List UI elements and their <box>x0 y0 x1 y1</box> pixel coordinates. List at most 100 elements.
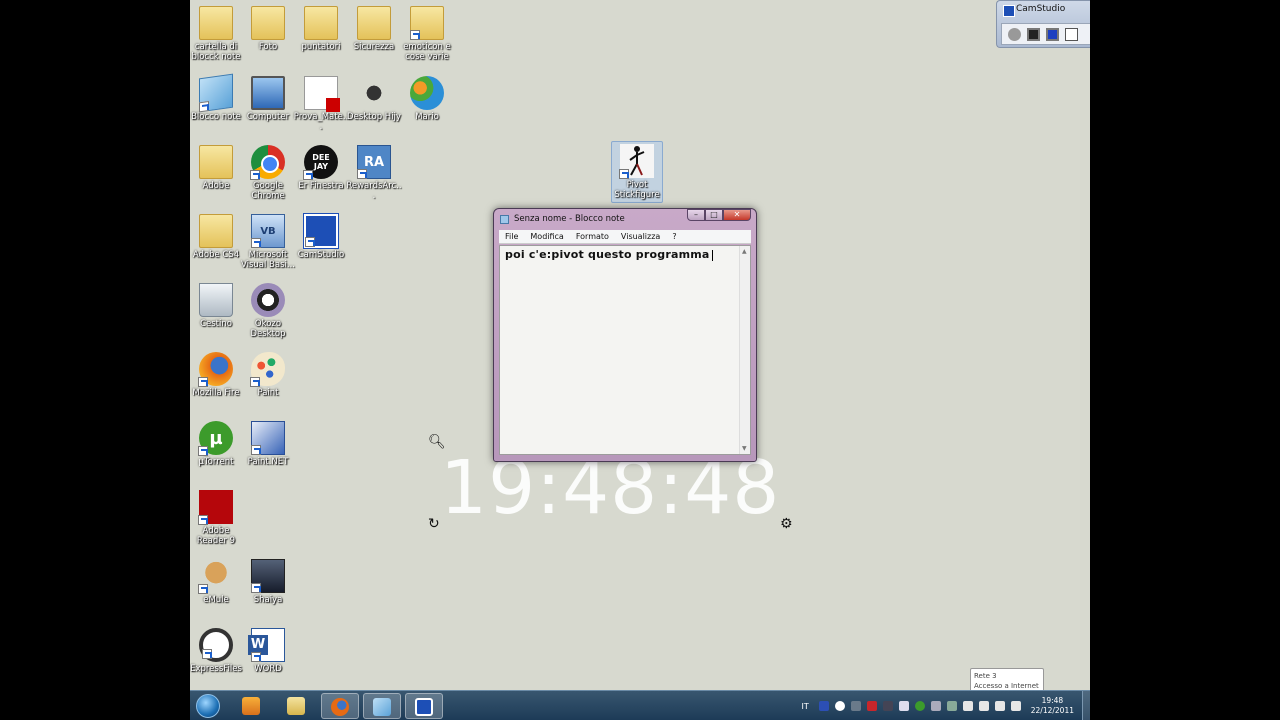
desktop-icon-expressfiles[interactable]: ExpressFiles <box>190 626 244 674</box>
folder-icon <box>304 6 338 40</box>
notepad-icon <box>500 215 509 224</box>
taskbar-media-player[interactable] <box>232 693 270 719</box>
desktop-icon-sicurezza[interactable]: Sicurezza <box>346 4 402 52</box>
notepad-titlebar[interactable]: Senza nome - Blocco note – □ ✕ <box>494 209 756 229</box>
desktop-icon-computer[interactable]: Computer <box>240 74 296 122</box>
menu-file[interactable]: File <box>499 232 524 241</box>
desktop-icon-google-chrome[interactable]: Google Chrome <box>240 143 296 201</box>
icon-label: Er Finestra <box>298 181 344 191</box>
vertical-scrollbar[interactable]: ▲ ▼ <box>739 246 750 454</box>
icon-label: Mozilla Fire <box>192 388 240 398</box>
menu-formato[interactable]: Formato <box>570 232 615 241</box>
options-icon[interactable] <box>1065 27 1078 41</box>
tray-device-icon[interactable] <box>850 701 861 711</box>
icon-label: Cestino <box>200 319 232 329</box>
desktop-icon-er-finestra[interactable]: DEE JAY Er Finestra <box>293 143 349 191</box>
tray-volume-icon[interactable] <box>1010 701 1021 711</box>
desktop-icon-paint[interactable]: Paint <box>240 350 296 398</box>
desktop-icon-word[interactable]: WORD <box>240 626 296 674</box>
desktop-icon-blocco-note[interactable]: Blocco note <box>190 73 244 122</box>
scroll-down-icon[interactable]: ▼ <box>742 445 747 452</box>
desktop-icon-rewardsarc[interactable]: RA RewardsArc... <box>346 143 402 201</box>
clock-refresh-icon[interactable]: ↻ <box>428 516 440 532</box>
desktop-icon-shaiya[interactable]: Shaiya <box>240 557 296 605</box>
desktop-icon-emule[interactable]: eMule <box>190 557 244 605</box>
stop-icon[interactable] <box>1027 27 1040 41</box>
camstudio-toolbar[interactable]: CamStudio <box>996 0 1090 48</box>
icon-label: Prova_Mate... <box>293 112 349 132</box>
camera-icon <box>357 76 391 110</box>
record-icon[interactable] <box>1008 27 1021 41</box>
desktop-icon-emoticon[interactable]: emoticon e cose varie <box>399 4 455 62</box>
desktop-icon-puntatori[interactable]: puntatori <box>293 4 349 52</box>
desktop-icon-adobe[interactable]: Adobe <box>190 143 244 191</box>
taskbar-notepad[interactable] <box>363 693 401 719</box>
desktop-icon-okozo[interactable]: Okozo Desktop <box>240 281 296 339</box>
desktop-icon-camstudio[interactable]: CamStudio <box>293 212 349 260</box>
paint-palette-icon <box>250 352 285 387</box>
computer-icon <box>251 76 285 110</box>
folder-icon <box>251 6 285 40</box>
desktop-icon-mozilla-firefox[interactable]: Mozilla Fire <box>190 350 244 398</box>
maximize-button[interactable]: □ <box>705 209 723 221</box>
icon-label: µTorrent <box>198 457 234 467</box>
tray-network-icon[interactable] <box>994 701 1005 711</box>
icon-label: emoticon e cose varie <box>403 42 451 62</box>
word-icon <box>248 628 285 662</box>
desktop-icon-adobe-reader[interactable]: Adobe Reader 9 <box>190 488 244 546</box>
taskbar-explorer[interactable] <box>277 693 315 719</box>
tray-camstudio-icon[interactable] <box>818 701 829 711</box>
icon-label: ExpressFiles <box>190 664 242 674</box>
desktop-icon-foto[interactable]: Foto <box>240 4 296 52</box>
pause-icon[interactable] <box>1046 27 1059 41</box>
desktop: cartella di blocck note Foto puntatori S… <box>190 0 1090 720</box>
notepad-title: Senza nome - Blocco note <box>514 214 625 224</box>
tray-shield-icon[interactable] <box>866 701 877 711</box>
chrome-icon <box>250 145 285 180</box>
desktop-icon-cestino[interactable]: Cestino <box>190 281 244 329</box>
scroll-up-icon[interactable]: ▲ <box>742 248 747 255</box>
menu-visualizza[interactable]: Visualizza <box>615 232 666 241</box>
tray-app3-icon[interactable] <box>930 701 941 711</box>
shaiya-icon <box>251 559 285 593</box>
desktop-icon-cartella[interactable]: cartella di blocck note <box>190 4 244 62</box>
language-indicator[interactable]: IT <box>802 702 809 711</box>
icon-label: Desktop Hijy <box>347 112 401 122</box>
stickfigure-icon <box>619 144 654 179</box>
firefox-icon <box>331 698 349 716</box>
desktop-icon-visual-basic[interactable]: VB Microsoft Visual Basi... <box>240 212 296 270</box>
network-tooltip: Rete 3 Accesso a Internet <box>970 668 1044 692</box>
desktop-icon-pivot-stickfigure[interactable]: Pivot Stickfigure <box>611 141 663 203</box>
tray-utorrent-icon[interactable] <box>914 701 925 711</box>
icon-label: Computer <box>246 112 290 122</box>
notepad-text-area[interactable]: poi c'e:pivot questo programma ▲ ▼ <box>499 245 751 455</box>
desktop-icon-desktop-hijy[interactable]: Desktop Hijy <box>346 74 402 122</box>
desktop-icon-adobe-cs4[interactable]: Adobe CS4 <box>190 212 244 260</box>
clock-settings-icon[interactable]: ⚙ <box>780 516 793 532</box>
tray-monitor-icon[interactable] <box>962 701 973 711</box>
tray-app2-icon[interactable] <box>898 701 909 711</box>
show-desktop-button[interactable] <box>1082 691 1090 720</box>
desktop-icon-mario[interactable]: Mario <box>399 74 455 122</box>
menu-modifica[interactable]: Modifica <box>524 232 569 241</box>
icon-label: WORD <box>254 664 282 674</box>
notepad-window: Senza nome - Blocco note – □ ✕ File Modi… <box>493 208 757 462</box>
taskbar: IT 19:48 22/12/2011 <box>190 690 1090 720</box>
menu-help[interactable]: ? <box>666 232 682 241</box>
taskbar-clock[interactable]: 19:48 22/12/2011 <box>1031 696 1074 716</box>
tray-search-icon[interactable] <box>834 701 845 711</box>
taskbar-camstudio[interactable] <box>405 693 443 719</box>
tray-flag-icon[interactable] <box>978 701 989 711</box>
start-button[interactable] <box>196 694 220 718</box>
minimize-button[interactable]: – <box>687 209 705 221</box>
clock-zoom-icon[interactable]: 🔍︎ <box>428 434 446 450</box>
desktop-icon-utorrent[interactable]: µ µTorrent <box>190 419 244 467</box>
taskbar-firefox[interactable] <box>321 693 359 719</box>
desktop-icon-paint-net[interactable]: Paint.NET <box>240 419 296 467</box>
icon-label: Paint <box>257 388 279 398</box>
emule-icon <box>198 559 233 594</box>
desktop-icon-prova-mate[interactable]: Prova_Mate... <box>293 74 349 132</box>
tray-app4-icon[interactable] <box>946 701 957 711</box>
close-button[interactable]: ✕ <box>723 209 751 221</box>
tray-app-icon[interactable] <box>882 701 893 711</box>
